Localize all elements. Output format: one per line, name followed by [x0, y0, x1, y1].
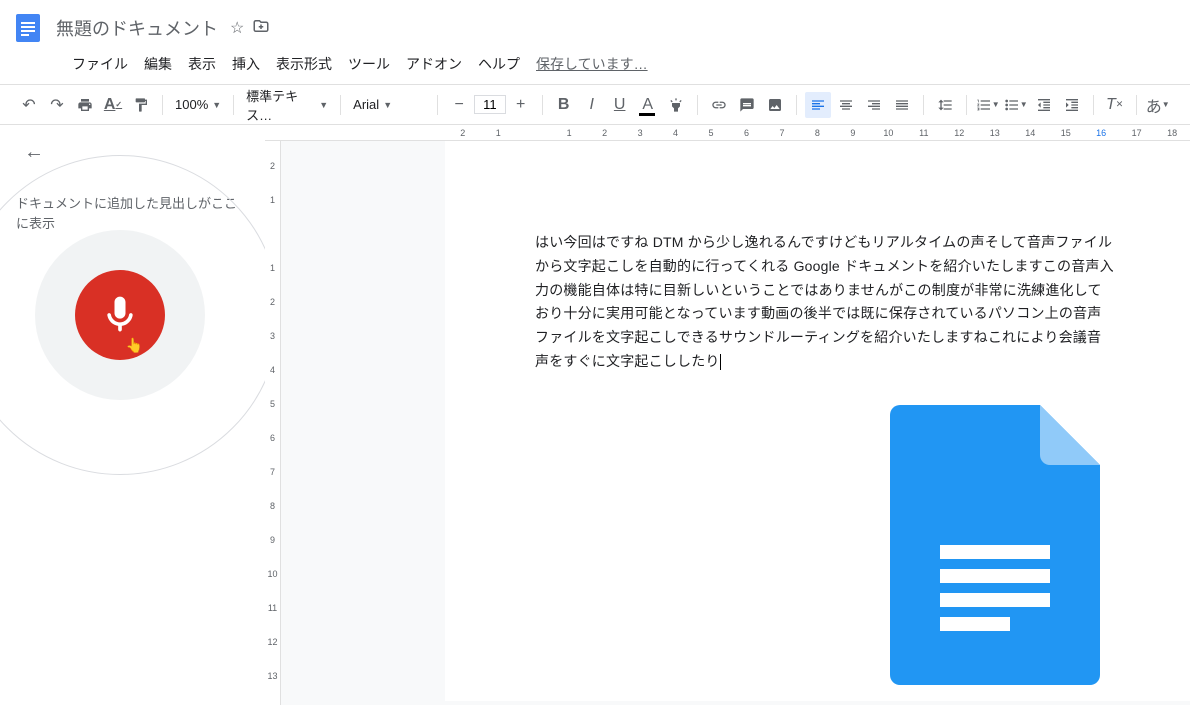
- saving-status[interactable]: 保存しています…: [536, 54, 648, 74]
- font-select[interactable]: Arial▼: [349, 95, 429, 114]
- paint-format-button[interactable]: [128, 92, 154, 118]
- insert-link-button[interactable]: [706, 92, 732, 118]
- document-area: 21123456789101112131415161718 2112345678…: [265, 125, 1190, 705]
- content-area: ← ドキュメントに追加した見出しがここに表示 👆 211234567891011…: [0, 125, 1190, 705]
- align-justify-button[interactable]: [889, 92, 915, 118]
- line-spacing-button[interactable]: [932, 92, 958, 118]
- menu-help[interactable]: ヘルプ: [470, 50, 528, 78]
- pointer-cursor-icon: 👆: [126, 337, 143, 354]
- zoom-select[interactable]: 100%▼: [171, 95, 225, 114]
- separator: [437, 95, 438, 115]
- menu-file[interactable]: ファイル: [64, 50, 136, 78]
- underline-button[interactable]: U: [607, 92, 633, 118]
- microphone-icon: [98, 293, 142, 337]
- separator: [162, 95, 163, 115]
- outline-sidebar: ← ドキュメントに追加した見出しがここに表示 👆: [0, 125, 265, 705]
- separator: [542, 95, 543, 115]
- font-size-input[interactable]: 11: [474, 95, 506, 114]
- menu-insert[interactable]: 挿入: [224, 50, 268, 78]
- voice-typing-button[interactable]: 👆: [75, 270, 165, 360]
- toolbar: ↶ ↷ A✓ 100%▼ 標準テキス…▼ Arial▼ − 11 + B I U…: [0, 85, 1190, 125]
- star-icon[interactable]: ☆: [230, 18, 244, 38]
- menu-view[interactable]: 表示: [180, 50, 224, 78]
- outline-hint-text: ドキュメントに追加した見出しがここに表示: [16, 194, 249, 233]
- italic-button[interactable]: I: [579, 92, 605, 118]
- text-cursor: [720, 354, 721, 370]
- text-color-button[interactable]: A: [635, 92, 661, 118]
- print-button[interactable]: [72, 92, 98, 118]
- title-row: 無題のドキュメント ☆: [0, 0, 1190, 50]
- separator: [233, 95, 234, 115]
- align-left-button[interactable]: [805, 92, 831, 118]
- clear-format-button[interactable]: T✕: [1102, 92, 1128, 118]
- insert-image-button[interactable]: [762, 92, 788, 118]
- separator: [966, 95, 967, 115]
- app-header: 無題のドキュメント ☆ ファイル 編集 表示 挿入 表示形式 ツール アドオン …: [0, 0, 1190, 85]
- undo-button[interactable]: ↶: [16, 92, 42, 118]
- voice-pulse-inner: 👆: [35, 230, 205, 400]
- move-folder-icon[interactable]: [252, 17, 270, 40]
- back-arrow-icon[interactable]: ←: [24, 141, 249, 164]
- separator: [1136, 95, 1137, 115]
- redo-button[interactable]: ↷: [44, 92, 70, 118]
- menu-edit[interactable]: 編集: [136, 50, 180, 78]
- horizontal-ruler[interactable]: 21123456789101112131415161718: [265, 125, 1190, 141]
- spellcheck-button[interactable]: A✓: [100, 92, 126, 118]
- document-title[interactable]: 無題のドキュメント: [56, 15, 218, 41]
- decrease-indent-button[interactable]: [1031, 92, 1057, 118]
- font-size-increase[interactable]: +: [508, 92, 534, 118]
- increase-indent-button[interactable]: [1059, 92, 1085, 118]
- align-right-button[interactable]: [861, 92, 887, 118]
- insert-comment-button[interactable]: [734, 92, 760, 118]
- bold-button[interactable]: B: [551, 92, 577, 118]
- menu-bar: ファイル 編集 表示 挿入 表示形式 ツール アドオン ヘルプ 保存しています…: [0, 50, 1190, 84]
- menu-tools[interactable]: ツール: [340, 50, 398, 78]
- align-center-button[interactable]: [833, 92, 859, 118]
- input-method-button[interactable]: あ▼: [1145, 92, 1171, 118]
- separator: [796, 95, 797, 115]
- font-size-decrease[interactable]: −: [446, 92, 472, 118]
- style-select[interactable]: 標準テキス…▼: [242, 84, 332, 126]
- docs-overlay-logo-icon: [890, 405, 1100, 685]
- separator: [697, 95, 698, 115]
- separator: [340, 95, 341, 115]
- menu-format[interactable]: 表示形式: [268, 50, 340, 78]
- vertical-ruler[interactable]: 2112345678910111213: [265, 141, 281, 705]
- menu-addons[interactable]: アドオン: [398, 50, 470, 78]
- separator: [923, 95, 924, 115]
- highlight-button[interactable]: [663, 92, 689, 118]
- bullet-list-button[interactable]: ▼: [1003, 92, 1029, 118]
- separator: [1093, 95, 1094, 115]
- docs-logo-icon[interactable]: [8, 8, 48, 48]
- document-body-text[interactable]: はい今回はですね DTM から少し逸れるんですけどもリアルタイムの声そして音声フ…: [535, 231, 1115, 374]
- numbered-list-button[interactable]: ▼: [975, 92, 1001, 118]
